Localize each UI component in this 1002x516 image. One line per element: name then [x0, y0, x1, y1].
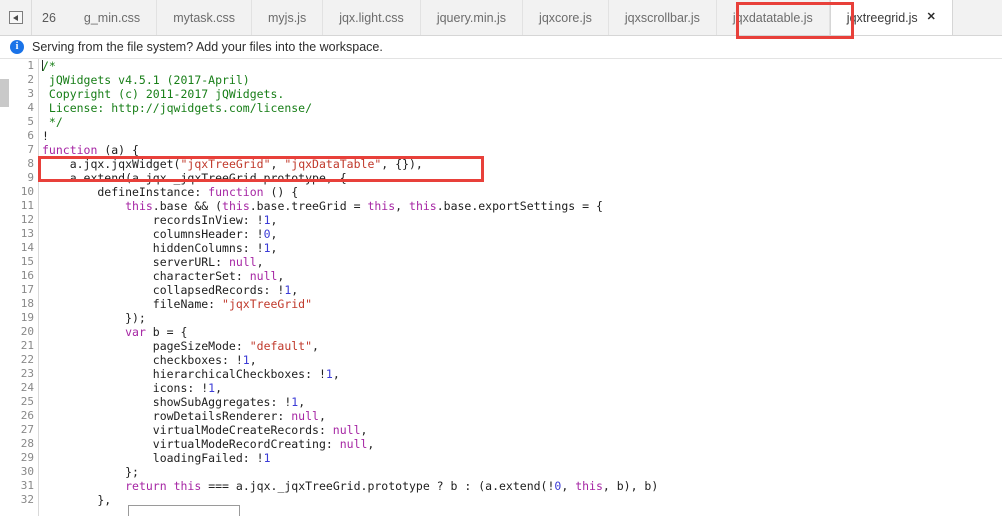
line-number: 16: [20, 269, 34, 282]
tab-jqxtreegrid-js[interactable]: jqxtreegrid.js ✕: [829, 0, 953, 35]
tab-jqx-light-css[interactable]: jqx.light.css: [323, 0, 421, 35]
line-number: 17: [20, 283, 34, 296]
code-line: !: [42, 129, 49, 143]
line-number: 12: [20, 213, 34, 226]
code-line: virtualModeCreateRecords: null,: [42, 423, 368, 437]
tab-jqxcore-js[interactable]: jqxcore.js: [523, 0, 609, 35]
code-line: hierarchicalCheckboxes: !1,: [42, 367, 340, 381]
tab-jqxdatatable-js[interactable]: jqxdatatable.js: [716, 0, 830, 35]
line-number: 28: [20, 437, 34, 450]
code-line: defineInstance: function () {: [42, 185, 299, 199]
code-line: collapsedRecords: !1,: [42, 283, 299, 297]
line-number: 11: [20, 199, 34, 212]
line-number: 24: [20, 381, 34, 394]
code-line: });: [42, 311, 146, 325]
line-number: 26: [20, 409, 34, 422]
scroll-left-button[interactable]: [0, 0, 32, 35]
line-number: 4: [27, 101, 34, 114]
code-line: a.extend(a.jqx._jqxTreeGrid.prototype, {: [42, 171, 347, 185]
line-number: 9: [27, 171, 34, 184]
autocomplete-popup[interactable]: [128, 505, 240, 516]
tab-label: jqxtreegrid.js: [846, 10, 918, 25]
code-line: hiddenColumns: !1,: [42, 241, 278, 255]
scroll-left-icon: [8, 11, 23, 24]
tab-label: jqxdatatable.js: [732, 10, 813, 25]
line-number: 32: [20, 493, 34, 506]
code-line: */: [42, 115, 63, 129]
line-number-gutter: 1 2 3 4 5 6 7 8 9 10 11 12 13 14 15 16 17 18 19 20 21 22 23 24 2…: [9, 59, 39, 516]
line-number: 20: [20, 325, 34, 338]
line-number: 1: [27, 59, 34, 72]
code-line: this.base && (this.base.treeGrid = this,…: [125, 199, 603, 213]
tab-jquery-min-js[interactable]: jquery.min.js: [420, 0, 524, 35]
code-line: serverURL: null,: [42, 255, 264, 269]
tab-mytask-css[interactable]: mytask.css: [157, 0, 252, 35]
code-line: License: http://jqwidgets.com/license/: [42, 101, 313, 115]
code-line: loadingFailed: !1: [42, 451, 271, 465]
code-line: columnsHeader: !0,: [42, 227, 278, 241]
line-number: 6: [27, 129, 34, 142]
code-line: rowDetailsRenderer: null,: [42, 409, 326, 423]
line-number: 29: [20, 451, 34, 464]
line-number: 15: [20, 255, 34, 268]
tab-label: jqxscrollbar.js: [624, 10, 700, 25]
line-number: 23: [20, 367, 34, 380]
code-line: /*: [42, 59, 56, 73]
line-number: 19: [20, 311, 34, 324]
line-number: 31: [20, 479, 34, 492]
tab-label: jqxcore.js: [539, 10, 592, 25]
code-line: a.jqx.jqxWidget("jqxTreeGrid", "jqxDataT…: [42, 157, 423, 171]
tab-label: mytask.css: [173, 10, 235, 25]
code-editor-window: 26 g_min.css mytask.css myjs.js jqx.ligh…: [0, 0, 1002, 516]
line-number: 7: [27, 143, 34, 156]
close-icon[interactable]: ✕: [927, 12, 936, 23]
tab-label: jqx.light.css: [339, 10, 404, 25]
line-number: 27: [20, 423, 34, 436]
line-number: 8: [27, 157, 34, 170]
line-number: 18: [20, 297, 34, 310]
code-line: return this === a.jqx._jqxTreeGrid.proto…: [125, 479, 659, 493]
line-number: 13: [20, 227, 34, 240]
editor-rail-marker: [0, 79, 9, 107]
code-line: Copyright (c) 2011-2017 jQWidgets.: [42, 87, 285, 101]
line-number: 22: [20, 353, 34, 366]
line-number: 10: [20, 185, 34, 198]
tab-jqxscrollbar-js[interactable]: jqxscrollbar.js: [608, 0, 717, 35]
tab-bar: 26 g_min.css mytask.css myjs.js jqx.ligh…: [0, 0, 1002, 36]
code-line: var b = {: [125, 325, 188, 339]
code-line: showSubAggregates: !1,: [42, 395, 306, 409]
code-content[interactable]: /* jQWidgets v4.5.1 (2017-April) Copyrig…: [42, 59, 1002, 516]
line-number: 21: [20, 339, 34, 352]
tab-myjs-js[interactable]: myjs.js: [252, 0, 324, 35]
line-number: 25: [20, 395, 34, 408]
tab-label: myjs.js: [268, 10, 307, 25]
source-editor[interactable]: 1 2 3 4 5 6 7 8 9 10 11 12 13 14 15 16 17 18 19 20 21 22 23 24 2…: [0, 59, 1002, 516]
line-number: 2: [27, 73, 34, 86]
info-bar-message: Serving from the file system? Add your f…: [32, 40, 383, 54]
tab-count-label: 26: [42, 10, 56, 25]
code-line: characterSet: null,: [42, 269, 285, 283]
tab-label: jquery.min.js: [436, 10, 507, 25]
editor-left-rail: [0, 59, 9, 516]
code-line: function (a) {: [42, 143, 139, 157]
line-number: 5: [27, 115, 34, 128]
code-line: pageSizeMode: "default",: [42, 339, 319, 353]
code-line: icons: !1,: [42, 381, 223, 395]
tab-label: g_min.css: [83, 10, 141, 25]
code-line: recordsInView: !1,: [42, 213, 278, 227]
tab-g-min-css[interactable]: g_min.css: [67, 0, 158, 35]
code-line: virtualModeRecordCreating: null,: [42, 437, 375, 451]
workspace-info-bar: i Serving from the file system? Add your…: [0, 36, 1002, 59]
code-line: };: [42, 465, 139, 479]
code-line: jQWidgets v4.5.1 (2017-April): [42, 73, 250, 87]
info-icon: i: [10, 40, 24, 54]
code-line: fileName: "jqxTreeGrid": [42, 297, 313, 311]
line-number: 14: [20, 241, 34, 254]
code-line: checkboxes: !1,: [42, 353, 257, 367]
line-number: 30: [20, 465, 34, 478]
line-number: 3: [27, 87, 34, 100]
